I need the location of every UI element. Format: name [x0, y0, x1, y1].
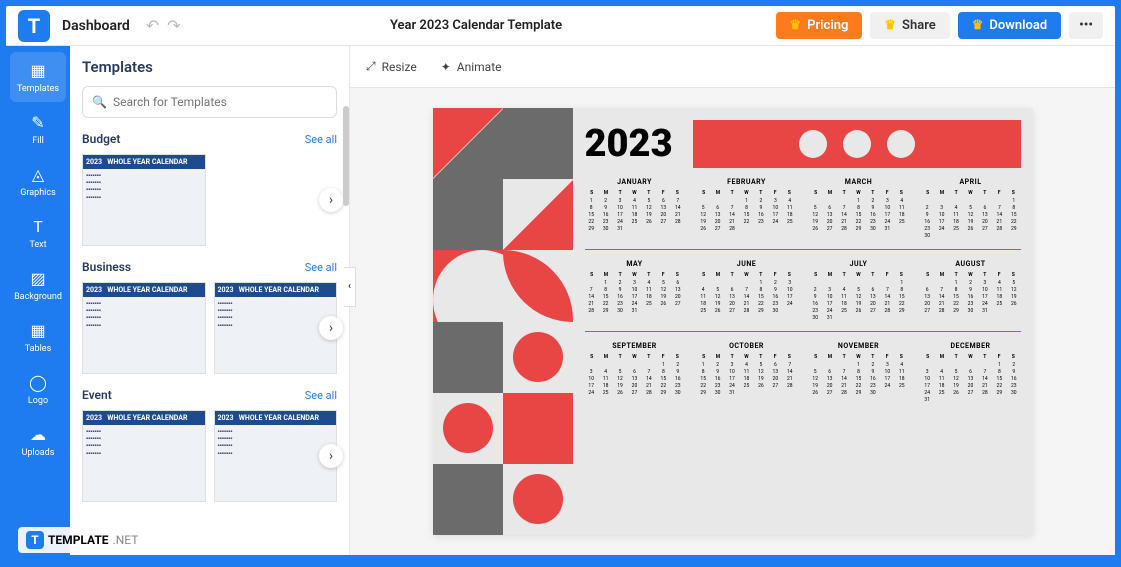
scrollbar[interactable]	[343, 106, 349, 206]
undo-button[interactable]: ↶	[146, 16, 159, 35]
calendar-year: 2023	[585, 122, 673, 166]
animate-button[interactable]: ✦Animate	[441, 60, 502, 74]
category-title: Event	[82, 388, 112, 402]
more-menu-button[interactable]: •••	[1069, 12, 1103, 39]
fill-icon: ✎	[28, 112, 48, 132]
tables-icon: ▦	[28, 320, 48, 340]
month-november: NOVEMBERSMTWTFS1234567891011121314151617…	[809, 342, 909, 403]
templates-sidebar: Templates 🔍 Budget See all 2023 WHOLE YEAR…	[70, 46, 350, 555]
pricing-button[interactable]: ♛Pricing	[776, 12, 863, 39]
month-january: JANUARYSMTWTFS12345678910111213141516171…	[585, 178, 685, 239]
resize-icon: ⤢	[366, 59, 376, 74]
rail-item-logo[interactable]: ◯Logo	[10, 364, 66, 414]
dashboard-link[interactable]: Dashboard	[62, 18, 130, 34]
rail-item-background[interactable]: ▨Background	[10, 260, 66, 310]
templates-icon: ▦	[28, 60, 48, 80]
search-icon: 🔍	[92, 95, 107, 109]
background-icon: ▨	[28, 268, 48, 288]
template-thumbnail[interactable]: 2023 WHOLE YEAR CALENDAR▪▪▪▪▪▪▪▪▪▪▪▪▪▪▪▪…	[82, 154, 206, 246]
chevron-right-icon[interactable]: ›	[319, 188, 343, 212]
rail-item-tables[interactable]: ▦Tables	[10, 312, 66, 362]
download-button[interactable]: ♛Download	[958, 12, 1061, 39]
see-all-link[interactable]: See all	[305, 261, 337, 274]
animate-icon: ✦	[441, 60, 451, 74]
share-button[interactable]: ♛Share	[870, 12, 949, 39]
rail-item-uploads[interactable]: ☁Uploads	[10, 416, 66, 466]
crown-icon: ♛	[790, 18, 802, 33]
crown-icon: ♛	[972, 18, 984, 33]
category-title: Business	[82, 260, 131, 274]
rail-item-templates[interactable]: ▦Templates	[10, 52, 66, 102]
rail-item-graphics[interactable]: ◬Graphics	[10, 156, 66, 206]
resize-button[interactable]: ⤢Resize	[366, 59, 417, 74]
logo-icon: ◯	[28, 372, 48, 392]
watermark: TTEMPLATE.NET	[18, 527, 146, 553]
template-thumbnail[interactable]: 2023 WHOLE YEAR CALENDAR▪▪▪▪▪▪▪▪▪▪▪▪▪▪▪▪…	[82, 410, 206, 502]
left-rail: ▦Templates✎Fill◬GraphicsTText▨Background…	[6, 46, 70, 555]
collapse-sidebar-button[interactable]: ‹	[344, 267, 356, 307]
chevron-right-icon[interactable]: ›	[319, 444, 343, 468]
uploads-icon: ☁	[28, 424, 48, 444]
rail-item-text[interactable]: TText	[10, 208, 66, 258]
month-december: DECEMBERSMTWTFS1234567891011121314151617…	[921, 342, 1021, 403]
sidebar-title: Templates	[82, 58, 337, 76]
decorative-dots-band	[693, 120, 1021, 168]
crown-icon: ♛	[884, 18, 896, 33]
search-input[interactable]	[82, 86, 337, 118]
month-february: FEBRUARYSMTWTFS1234567891011121314151617…	[697, 178, 797, 239]
month-may: MAYSMTWTFS123456789101112131415161718192…	[585, 260, 685, 321]
canvas-document[interactable]: 2023 JANUARYSMTWTFS123456789101112131415…	[433, 108, 1033, 535]
document-title[interactable]: Year 2023 Calendar Template	[390, 18, 562, 33]
graphics-icon: ◬	[28, 164, 48, 184]
month-october: OCTOBERSMTWTFS12345678910111213141516171…	[697, 342, 797, 403]
redo-button[interactable]: ↷	[167, 16, 180, 35]
text-icon: T	[28, 216, 48, 236]
rail-item-fill[interactable]: ✎Fill	[10, 104, 66, 154]
month-september: SEPTEMBERSMTWTFS123456789101112131415161…	[585, 342, 685, 403]
month-august: AUGUSTSMTWTFS123456789101112131415161718…	[921, 260, 1021, 321]
month-july: JULYSMTWTFS12345678910111213141516171819…	[809, 260, 909, 321]
see-all-link[interactable]: See all	[305, 133, 337, 146]
category-title: Budget	[82, 132, 120, 146]
month-june: JUNESMTWTFS12345678910111213141516171819…	[697, 260, 797, 321]
see-all-link[interactable]: See all	[305, 389, 337, 402]
decorative-art-column	[433, 108, 573, 535]
month-march: MARCHSMTWTFS1234567891011121314151617181…	[809, 178, 909, 239]
template-thumbnail[interactable]: 2023 WHOLE YEAR CALENDAR▪▪▪▪▪▪▪▪▪▪▪▪▪▪▪▪…	[82, 282, 206, 374]
chevron-right-icon[interactable]: ›	[319, 316, 343, 340]
month-april: APRILSMTWTFS1234567891011121314151617181…	[921, 178, 1021, 239]
app-logo[interactable]: T	[18, 10, 50, 42]
